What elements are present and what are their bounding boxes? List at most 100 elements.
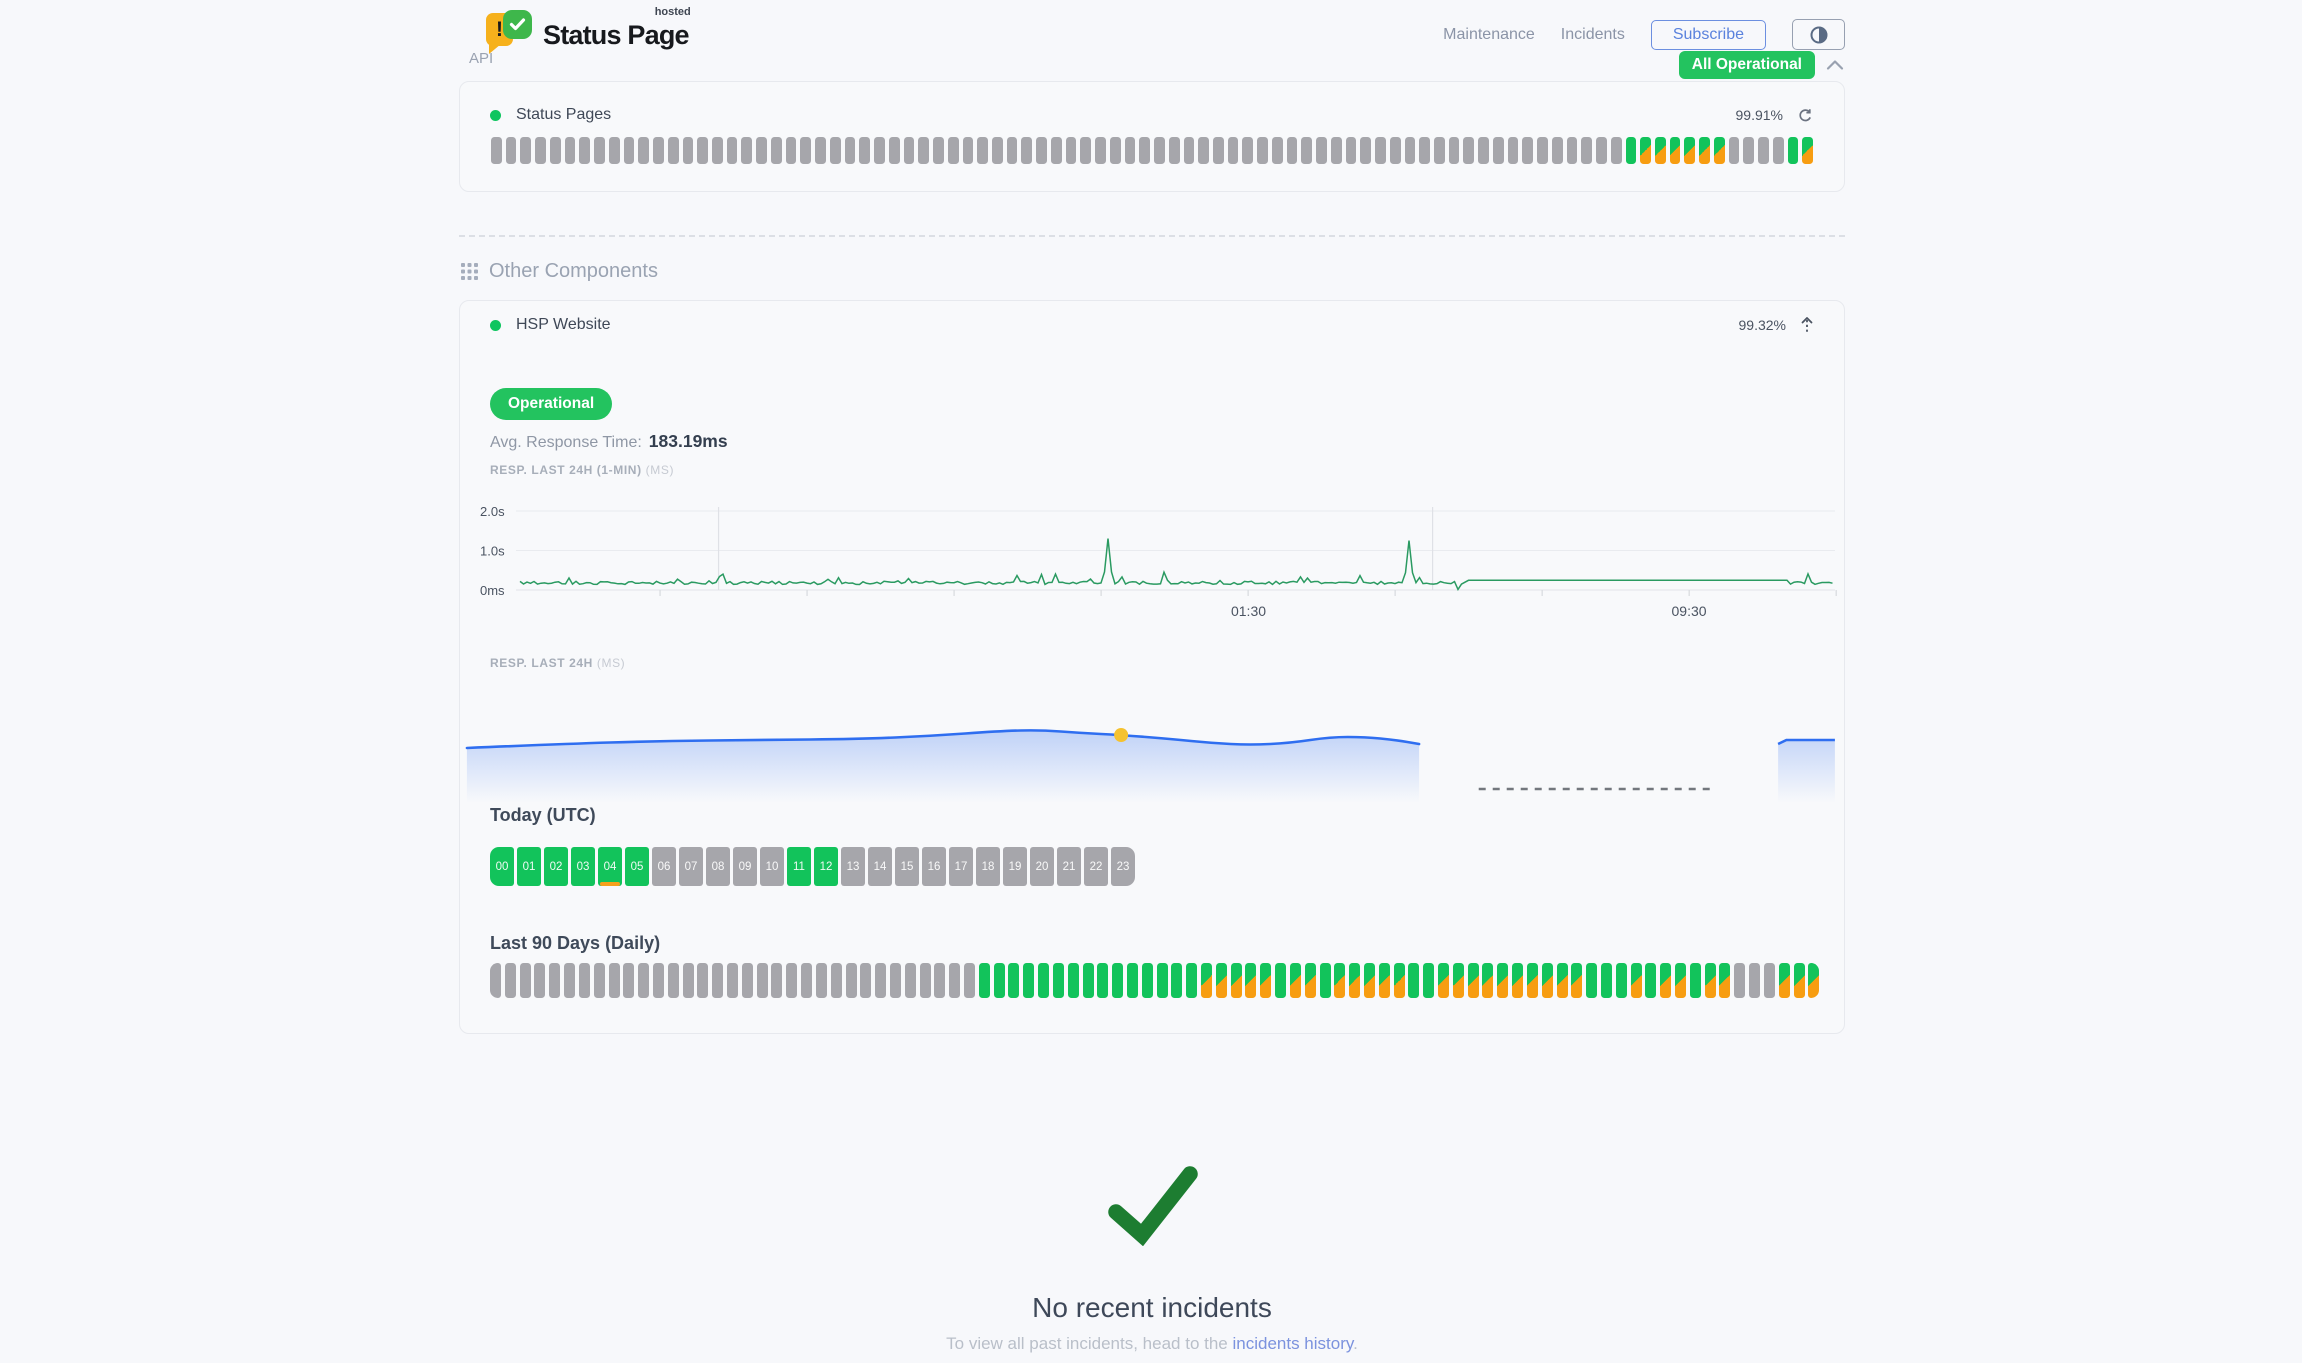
hour-block-20[interactable]: 20 (1030, 847, 1054, 886)
hour-block-15[interactable]: 15 (895, 847, 919, 886)
uptime-bar[interactable] (1508, 137, 1519, 164)
uptime-bar[interactable] (1655, 137, 1666, 164)
uptime-bar[interactable] (520, 137, 531, 164)
uptime-bar[interactable] (1557, 963, 1568, 998)
uptime-bar[interactable] (1301, 137, 1312, 164)
uptime-bar[interactable] (550, 137, 561, 164)
uptime-bar[interactable] (1157, 963, 1168, 998)
uptime-bar[interactable] (905, 963, 916, 998)
uptime-bar[interactable] (1320, 963, 1331, 998)
uptime-bar[interactable] (1095, 137, 1106, 164)
uptime-bar[interactable] (831, 963, 842, 998)
uptime-bar[interactable] (1434, 137, 1445, 164)
uptime-bar[interactable] (1537, 137, 1548, 164)
uptime-bar[interactable] (1527, 963, 1538, 998)
uptime-bar[interactable] (1287, 137, 1298, 164)
uptime-bar[interactable] (1596, 137, 1607, 164)
uptime-bar[interactable] (727, 137, 738, 164)
uptime-bar[interactable] (1567, 137, 1578, 164)
uptime-bar[interactable] (1419, 137, 1430, 164)
uptime-bar[interactable] (653, 137, 664, 164)
uptime-bar[interactable] (1169, 137, 1180, 164)
uptime-bar[interactable] (1066, 137, 1077, 164)
uptime-bar[interactable] (859, 137, 870, 164)
uptime-bar[interactable] (1364, 963, 1375, 998)
uptime-bar[interactable] (549, 963, 560, 998)
hour-block-03[interactable]: 03 (571, 847, 595, 886)
uptime-bar[interactable] (816, 963, 827, 998)
uptime-bar[interactable] (1154, 137, 1165, 164)
uptime-bar[interactable] (565, 137, 576, 164)
uptime-bar[interactable] (741, 137, 752, 164)
hour-block-09[interactable]: 09 (733, 847, 757, 886)
theme-toggle-button[interactable] (1792, 19, 1845, 50)
hour-block-21[interactable]: 21 (1057, 847, 1081, 886)
uptime-bar[interactable] (1802, 137, 1813, 164)
uptime-bar[interactable] (1007, 137, 1018, 164)
uptime-bar[interactable] (520, 963, 531, 998)
uptime-bar[interactable] (963, 137, 974, 164)
uptime-bar[interactable] (1405, 137, 1416, 164)
uptime-bar[interactable] (992, 137, 1003, 164)
uptime-bar[interactable] (1242, 137, 1253, 164)
uptime-bar[interactable] (1216, 963, 1227, 998)
hour-block-11[interactable]: 11 (787, 847, 811, 886)
uptime-bar[interactable] (1112, 963, 1123, 998)
uptime-bar[interactable] (1068, 963, 1079, 998)
uptime-bar[interactable] (1290, 963, 1301, 998)
refresh-icon[interactable] (1797, 107, 1814, 124)
uptime-bar[interactable] (638, 137, 649, 164)
uptime-bar[interactable] (1390, 137, 1401, 164)
uptime-bar[interactable] (1038, 963, 1049, 998)
uptime-bar[interactable] (979, 963, 990, 998)
uptime-bar[interactable] (1808, 963, 1819, 998)
uptime-bar[interactable] (1051, 137, 1062, 164)
uptime-bar[interactable] (1714, 137, 1725, 164)
uptime-bar[interactable] (1611, 137, 1622, 164)
uptime-bar[interactable] (1749, 963, 1760, 998)
uptime-bar[interactable] (535, 137, 546, 164)
uptime-bar[interactable] (505, 963, 516, 998)
uptime-bar[interactable] (1171, 963, 1182, 998)
uptime-bar[interactable] (683, 963, 694, 998)
uptime-bar[interactable] (1245, 963, 1256, 998)
uptime-bar[interactable] (1213, 137, 1224, 164)
hour-block-17[interactable]: 17 (949, 847, 973, 886)
uptime-bar[interactable] (1690, 963, 1701, 998)
uptime-bar[interactable] (1631, 963, 1642, 998)
uptime-bar[interactable] (1375, 137, 1386, 164)
uptime-bar[interactable] (845, 137, 856, 164)
uptime-bar[interactable] (1794, 963, 1805, 998)
uptime-bar[interactable] (697, 963, 708, 998)
uptime-bar[interactable] (1142, 963, 1153, 998)
hour-block-07[interactable]: 07 (679, 847, 703, 886)
uptime-bar[interactable] (1423, 963, 1434, 998)
uptime-bar[interactable] (1110, 137, 1121, 164)
uptime-bar[interactable] (1571, 963, 1582, 998)
uptime-bar[interactable] (1083, 963, 1094, 998)
uptime-bar[interactable] (609, 137, 620, 164)
hour-block-12[interactable]: 12 (814, 847, 838, 886)
hour-block-22[interactable]: 22 (1084, 847, 1108, 886)
uptime-bar[interactable] (712, 963, 723, 998)
uptime-bar[interactable] (1743, 137, 1754, 164)
uptime-bar[interactable] (1334, 963, 1345, 998)
uptime-bar[interactable] (846, 963, 857, 998)
uptime-bar[interactable] (594, 963, 605, 998)
uptime-bar[interactable] (712, 137, 723, 164)
uptime-bar[interactable] (904, 137, 915, 164)
uptime-bar[interactable] (1257, 137, 1268, 164)
uptime-bar[interactable] (1184, 137, 1195, 164)
uptime-bar[interactable] (977, 137, 988, 164)
uptime-bar[interactable] (1729, 137, 1740, 164)
uptime-bar[interactable] (890, 963, 901, 998)
uptime-bar[interactable] (1080, 137, 1091, 164)
uptime-bar[interactable] (1023, 963, 1034, 998)
uptime-bar[interactable] (964, 963, 975, 998)
uptime-bar[interactable] (1512, 963, 1523, 998)
uptime-bar[interactable] (1127, 963, 1138, 998)
uptime-bar[interactable] (1764, 963, 1775, 998)
uptime-bar[interactable] (874, 137, 885, 164)
uptime-bar[interactable] (933, 137, 944, 164)
uptime-bar[interactable] (1552, 137, 1563, 164)
